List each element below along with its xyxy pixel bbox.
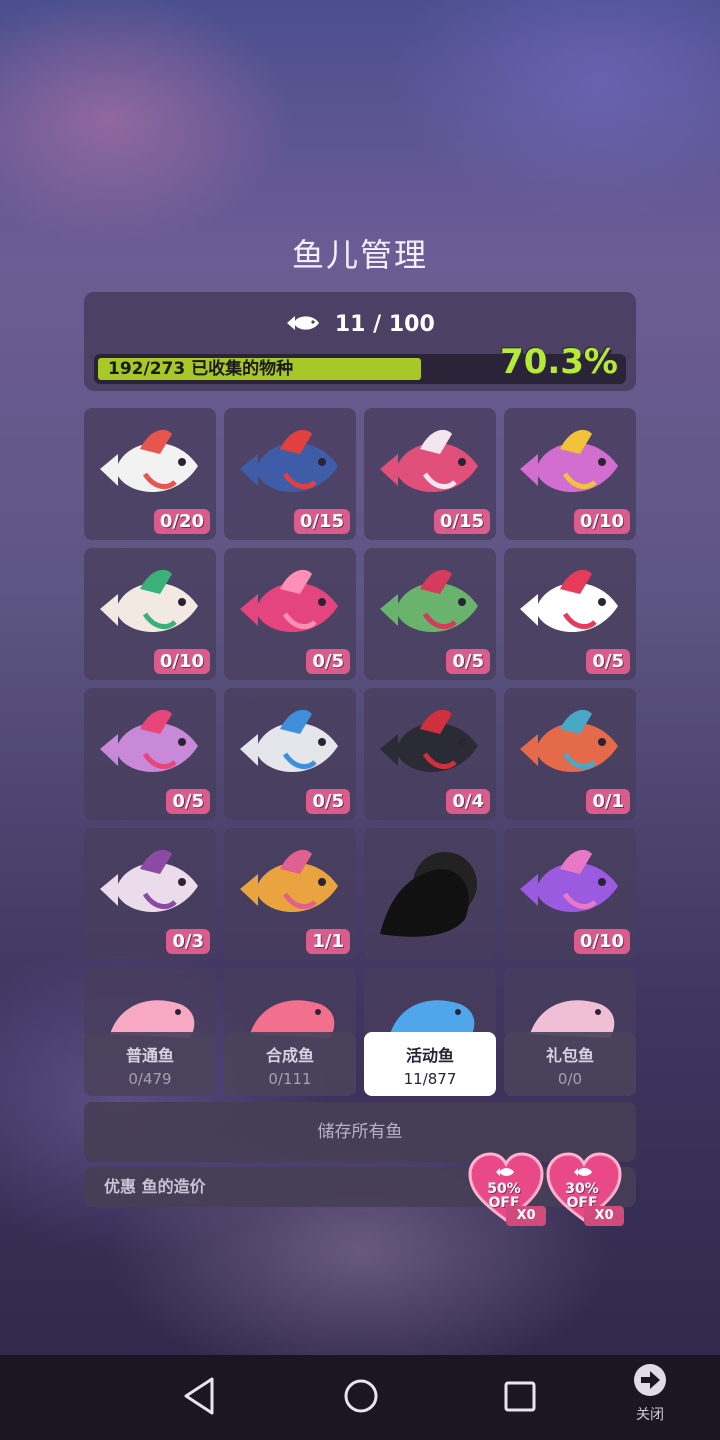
fish-card[interactable]: 0/10 [504, 408, 636, 540]
fish-card[interactable]: 0/20 [84, 408, 216, 540]
fish-count-badge: 0/10 [573, 509, 630, 534]
fish-count-badge: 0/20 [153, 509, 210, 534]
arrow-right-circle-icon [634, 1364, 666, 1396]
fish-illustration-icon [520, 709, 618, 773]
tab-normal[interactable]: 普通鱼 0/479 [84, 1032, 216, 1096]
species-percent: 70.3% [500, 342, 618, 382]
tab-count: 0/0 [557, 1070, 583, 1088]
fish-illustration-icon [240, 569, 338, 633]
fish-card[interactable]: 0/15 [364, 408, 496, 540]
fish-illustration-icon [100, 849, 198, 913]
home-icon[interactable] [341, 1375, 381, 1421]
tab-count: 0/479 [128, 1070, 172, 1088]
fish-illustration-icon [530, 1000, 615, 1038]
page-title: 鱼儿管理 [291, 236, 428, 274]
fish-card[interactable]: 1/1 [224, 828, 356, 960]
fish-card[interactable] [224, 968, 356, 1038]
fish-card[interactable] [84, 968, 216, 1038]
fish-count-badge: 0/10 [573, 929, 630, 954]
fish-card[interactable]: 0/4 [364, 688, 496, 820]
fish-count-badge: 0/3 [166, 929, 210, 954]
recents-icon[interactable] [502, 1375, 538, 1421]
fish-illustration-icon [100, 429, 198, 493]
fish-illustration-icon [380, 709, 478, 773]
fish-card[interactable]: 0/1 [504, 688, 636, 820]
coupon-multiplier: X0 [506, 1206, 546, 1226]
fish-grid: 0/20 0/15 0/15 0/10 0/10 0/5 0/5 0/5 0/5 0/5 0/4 0/… [84, 408, 636, 960]
fish-count-badge: 0/15 [433, 509, 490, 534]
fish-illustration-icon [520, 429, 618, 493]
fish-count-badge: 1/1 [306, 929, 350, 954]
fish-illustration-icon [520, 849, 618, 913]
fish-card[interactable] [504, 968, 636, 1038]
fish-count-text: 11 / 100 [334, 312, 435, 337]
tab-label: 普通鱼 [125, 1046, 174, 1065]
fish-illustration-icon [240, 709, 338, 773]
fish-illustration-icon [390, 1000, 475, 1038]
tab-synthesis[interactable]: 合成鱼 0/111 [224, 1032, 356, 1096]
tab-label: 礼包鱼 [545, 1046, 594, 1065]
coupon-30-off[interactable]: 30% OFF X0 [546, 1152, 626, 1232]
collection-progress-card: 11 / 100 192/273 已收集的物种 70.3% [84, 292, 636, 391]
tab-count: 11/877 [403, 1070, 457, 1088]
fish-card[interactable]: 0/5 [224, 688, 356, 820]
fish-card[interactable]: 0/5 [224, 548, 356, 680]
fish-illustration-icon [110, 1000, 195, 1038]
back-icon[interactable] [182, 1375, 218, 1421]
coupon-50-off[interactable]: 50% OFF X0 [468, 1152, 548, 1232]
fish-count-badge: 0/5 [586, 649, 630, 674]
fish-count-badge: 0/15 [293, 509, 350, 534]
fish-count-badge: 0/10 [153, 649, 210, 674]
close-label: 关闭 [636, 1407, 664, 1423]
tab-label: 合成鱼 [265, 1046, 314, 1065]
fish-count-badge: 0/5 [306, 649, 350, 674]
fish-count-badge: 0/5 [166, 789, 210, 814]
tab-label: 活动鱼 [405, 1046, 454, 1065]
fish-illustration-icon [250, 1000, 335, 1038]
fish-illustration-icon [520, 569, 618, 633]
fish-illustration-icon [380, 852, 477, 937]
fish-illustration-icon [240, 429, 338, 493]
fish-icon [285, 313, 321, 339]
fish-grid-partial-row [84, 968, 636, 1038]
close-button[interactable]: 关闭 [624, 1362, 676, 1426]
fish-card[interactable] [364, 968, 496, 1038]
fish-count-badge: 0/5 [446, 649, 490, 674]
fish-card[interactable]: 0/15 [224, 408, 356, 540]
fish-count-badge: 0/5 [306, 789, 350, 814]
fish-count-badge: 0/1 [586, 789, 630, 814]
fish-card[interactable]: 0/10 [504, 828, 636, 960]
tab-event[interactable]: 活动鱼 11/877 [364, 1032, 496, 1096]
tab-gift[interactable]: 礼包鱼 0/0 [504, 1032, 636, 1096]
coupon-multiplier: X0 [584, 1206, 624, 1226]
fish-card[interactable]: 0/5 [84, 688, 216, 820]
fish-illustration-icon [380, 569, 478, 633]
fish-category-tabs: 普通鱼 0/479 合成鱼 0/111 活动鱼 11/877 礼包鱼 0/0 [84, 1032, 636, 1096]
fish-illustration-icon [240, 849, 338, 913]
fish-card[interactable]: 0/10 [84, 548, 216, 680]
species-progress-text: 192/273 已收集的物种 [108, 359, 294, 379]
fish-card[interactable]: 0/3 [84, 828, 216, 960]
system-nav-bar [0, 1355, 720, 1440]
fish-illustration-icon [100, 709, 198, 773]
fish-card[interactable] [364, 828, 496, 960]
fish-illustration-icon [100, 569, 198, 633]
fish-illustration-icon [380, 429, 478, 493]
discount-label: 优惠 鱼的造价 [104, 1177, 206, 1196]
fish-card[interactable]: 0/5 [504, 548, 636, 680]
fish-count-row: 11 / 100 [84, 312, 636, 339]
tab-count: 0/111 [268, 1070, 312, 1088]
fish-count-badge: 0/4 [446, 789, 490, 814]
fish-card[interactable]: 0/5 [364, 548, 496, 680]
